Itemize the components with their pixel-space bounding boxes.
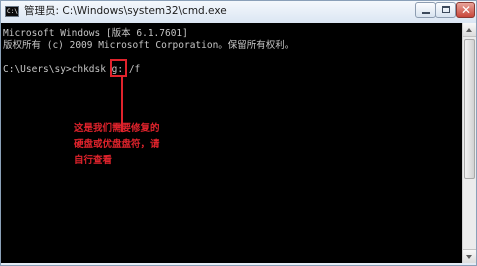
close-button[interactable]: ✕ xyxy=(456,2,475,18)
annotation-note: 这是我们需要修复的 硬盘或优盘盘符，请 自行查看 xyxy=(74,121,184,169)
window-title: 管理员: C:\Windows\system32\cmd.exe xyxy=(24,5,227,17)
vertical-scrollbar[interactable] xyxy=(462,23,476,263)
title-bar[interactable]: C:\ 管理员: C:\Windows\system32\cmd.exe ✕ xyxy=(1,1,476,23)
annotation-line: 自行查看 xyxy=(74,155,113,166)
console-app-icon-text: C:\ xyxy=(7,8,18,15)
console-line-copyright: 版权所有 (c) 2009 Microsoft Corporation。保留所有… xyxy=(3,40,295,51)
arrow-up-icon xyxy=(466,28,472,32)
console-output-area[interactable]: Microsoft Windows [版本 6.1.7601] 版权所有 (c)… xyxy=(1,23,462,263)
console-app-icon[interactable]: C:\ xyxy=(5,6,19,17)
maximize-button[interactable] xyxy=(435,2,456,18)
drive-letter-highlight-box xyxy=(110,59,127,77)
cmd-window: C:\ 管理员: C:\Windows\system32\cmd.exe ✕ M… xyxy=(0,0,477,266)
minimize-icon xyxy=(422,12,430,14)
scroll-down-button[interactable] xyxy=(463,249,476,263)
minimize-button[interactable] xyxy=(415,2,436,18)
annotation-line: 这是我们需要修复的 xyxy=(74,123,160,134)
scrollbar-thumb[interactable] xyxy=(464,39,475,179)
scroll-up-button[interactable] xyxy=(463,23,476,37)
annotation-line: 硬盘或优盘盘符，请 xyxy=(74,139,160,150)
maximize-icon xyxy=(442,6,450,13)
arrow-down-icon xyxy=(466,255,472,259)
close-icon: ✕ xyxy=(461,3,472,17)
